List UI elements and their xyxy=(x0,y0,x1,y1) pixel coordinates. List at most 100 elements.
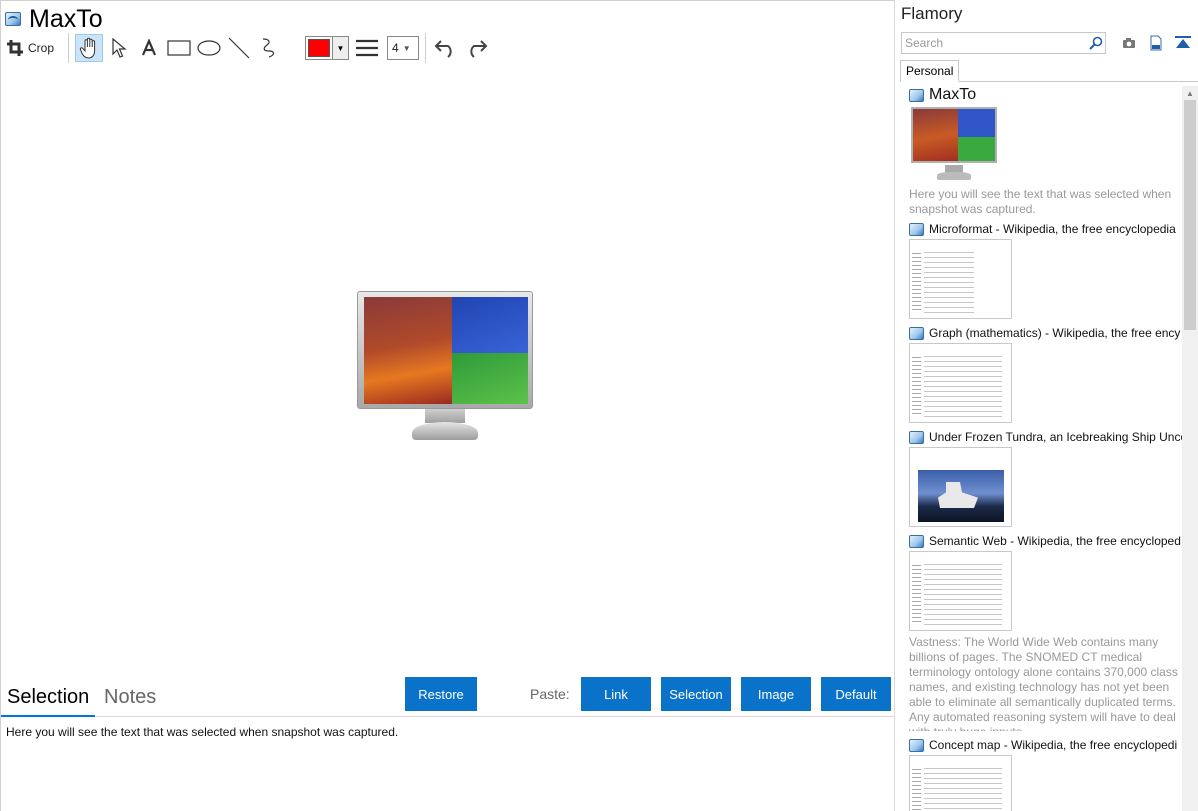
thumbnail-text xyxy=(924,250,974,314)
redo-button[interactable] xyxy=(462,34,490,62)
line-width-button[interactable] xyxy=(353,34,381,62)
list-item[interactable]: Semantic Web - Wikipedia, the free encyc… xyxy=(909,532,1182,731)
list-item[interactable]: MaxTo Here you will see the text that wa… xyxy=(909,86,1182,217)
thumbnail-text xyxy=(924,562,1002,626)
color-picker[interactable]: ▼ xyxy=(305,36,350,60)
ellipse-icon xyxy=(197,40,221,56)
editor-pane: MaxTo Crop ▼ 4 ▼ Selection Notes Restore… xyxy=(0,0,895,811)
scroll-thumb[interactable] xyxy=(1184,100,1196,330)
search-input[interactable] xyxy=(902,33,1087,53)
monitor-base xyxy=(412,422,478,440)
snapshot-icon xyxy=(909,222,924,236)
thumbnail-sidebar xyxy=(912,766,921,811)
restore-button[interactable]: Restore xyxy=(405,677,477,711)
thumbnail-region xyxy=(958,137,995,161)
paste-link-button[interactable]: Link xyxy=(581,677,651,711)
list-item[interactable]: Graph (mathematics) - Wikipedia, the fre… xyxy=(909,324,1182,423)
line-tool-button[interactable] xyxy=(225,34,253,62)
list-item[interactable]: Concept map - Wikipedia, the free encycl… xyxy=(909,736,1182,811)
list-item-header: Under Frozen Tundra, an Icebreaking Ship… xyxy=(909,428,1182,446)
undo-button[interactable] xyxy=(432,34,460,62)
paste-label: Paste: xyxy=(530,686,570,702)
list-item-thumbnail xyxy=(909,755,1012,811)
thumbnail-screen xyxy=(911,107,997,163)
list-item-thumbnail xyxy=(909,343,1012,423)
line-width-value: 4 xyxy=(392,41,399,55)
select-tool-button[interactable] xyxy=(105,34,133,62)
freehand-tool-button[interactable] xyxy=(255,34,283,62)
thumbnail-ship-photo xyxy=(918,470,1004,522)
scroll-up-icon[interactable]: ▲ xyxy=(1182,86,1198,100)
snapshot-list: MaxTo Here you will see the text that wa… xyxy=(909,86,1182,811)
toolbar-separator xyxy=(425,33,427,63)
thumbnail-sidebar xyxy=(912,250,921,310)
list-item[interactable]: Microformat - Wikipedia, the free encycl… xyxy=(909,220,1182,319)
screen-region-bottom-right xyxy=(452,353,528,404)
flamory-sidebar: Flamory Personal MaxTo xyxy=(896,0,1198,811)
line-width-select[interactable]: 4 ▼ xyxy=(387,36,420,60)
color-dropdown-icon[interactable]: ▼ xyxy=(332,37,349,59)
title-row: MaxTo xyxy=(5,4,103,34)
search-box xyxy=(901,32,1106,54)
list-item[interactable]: Under Frozen Tundra, an Icebreaking Ship… xyxy=(909,428,1182,527)
collapse-icon[interactable] xyxy=(1174,33,1192,53)
thumbnail-base xyxy=(937,172,971,180)
snapshot-icon xyxy=(909,88,924,102)
document-icon[interactable] xyxy=(1147,33,1165,53)
list-item-title: Graph (mathematics) - Wikipedia, the fre… xyxy=(929,326,1181,340)
screen-region-top-right xyxy=(452,297,528,353)
tab-notes[interactable]: Notes xyxy=(104,685,156,709)
monitor-frame xyxy=(357,291,533,409)
snapshot-icon xyxy=(909,430,924,444)
list-item-thumbnail xyxy=(909,105,999,183)
ellipse-tool-button[interactable] xyxy=(195,34,223,62)
snapshot-icon xyxy=(909,326,924,340)
app-icon xyxy=(5,12,21,26)
rectangle-icon xyxy=(167,40,191,56)
tab-personal[interactable]: Personal xyxy=(900,60,960,82)
thumbnail-sidebar xyxy=(912,562,921,622)
undo-icon xyxy=(434,40,452,58)
snapshot-icon xyxy=(909,534,924,548)
list-item-description: Vastness: The World Wide Web contains ma… xyxy=(909,635,1178,731)
paste-default-button[interactable]: Default xyxy=(821,677,891,711)
list-item-header: Semantic Web - Wikipedia, the free encyc… xyxy=(909,532,1182,550)
snapshot-icon xyxy=(909,738,924,752)
text-tool-button[interactable] xyxy=(135,34,163,62)
snapshot-image xyxy=(357,291,533,441)
list-item-header: Concept map - Wikipedia, the free encycl… xyxy=(909,736,1182,754)
sidebar-scrollbar[interactable]: ▲ xyxy=(1182,86,1198,811)
hand-tool-button[interactable] xyxy=(75,34,104,62)
tab-selection[interactable]: Selection xyxy=(0,685,96,717)
list-item-header: MaxTo xyxy=(909,86,1182,104)
drawing-toolbar: Crop ▼ 4 ▼ xyxy=(7,33,492,63)
snapshot-canvas[interactable] xyxy=(1,65,895,677)
bottom-tabs-row: Selection Notes Restore Paste: Link Sele… xyxy=(0,677,895,717)
monitor-neck xyxy=(425,409,465,423)
selection-text[interactable]: Here you will see the text that was sele… xyxy=(6,725,398,739)
pointer-icon xyxy=(112,38,127,58)
list-item-thumbnail xyxy=(909,447,1012,527)
list-item-title: Microformat - Wikipedia, the free encycl… xyxy=(929,222,1176,236)
search-icon[interactable] xyxy=(1087,34,1105,52)
list-item-header: Microformat - Wikipedia, the free encycl… xyxy=(909,220,1182,238)
list-item-title: Under Frozen Tundra, an Icebreaking Ship… xyxy=(929,430,1182,444)
chevron-down-icon: ▼ xyxy=(402,43,411,53)
text-icon xyxy=(142,39,157,56)
crop-button[interactable]: Crop xyxy=(7,34,60,62)
paste-image-button[interactable]: Image xyxy=(741,677,811,711)
thumbnail-sidebar xyxy=(912,354,921,414)
list-item-title: Semantic Web - Wikipedia, the free encyc… xyxy=(929,534,1181,548)
thumbnail-text xyxy=(924,354,1002,418)
monitor-screen xyxy=(364,297,528,404)
paste-selection-button[interactable]: Selection xyxy=(661,677,731,711)
camera-icon[interactable] xyxy=(1120,33,1138,53)
redo-icon xyxy=(470,40,488,58)
list-item-thumbnail xyxy=(909,551,1012,631)
toolbar-separator xyxy=(68,33,70,63)
thumbnail-region xyxy=(913,109,958,161)
line-width-icon xyxy=(356,39,379,57)
crop-label: Crop xyxy=(28,41,55,55)
rectangle-tool-button[interactable] xyxy=(165,34,193,62)
color-swatch xyxy=(308,39,331,57)
